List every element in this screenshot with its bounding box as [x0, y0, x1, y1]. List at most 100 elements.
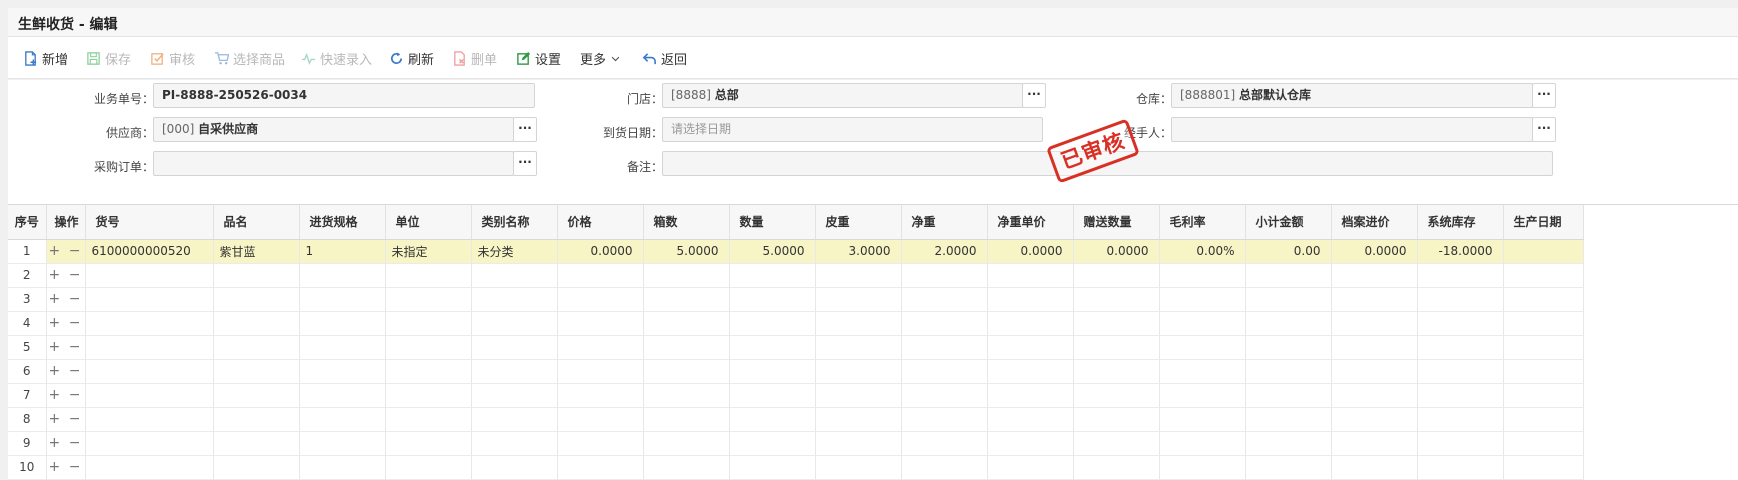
grid-cell[interactable]: 0.00% [1159, 239, 1246, 264]
refresh-button[interactable]: 刷新 [389, 48, 434, 68]
warehouse-picker-button[interactable]: ··· [1532, 83, 1556, 108]
grid-cell[interactable] [1159, 263, 1246, 288]
row-add-remove-buttons[interactable]: + − [46, 239, 86, 264]
grid-cell[interactable] [1417, 407, 1504, 432]
grid-cell[interactable] [557, 287, 644, 312]
grid-cell[interactable] [213, 383, 300, 408]
grid-cell[interactable] [1073, 311, 1160, 336]
grid-cell[interactable] [1245, 359, 1332, 384]
grid-cell[interactable] [643, 455, 730, 480]
column-header[interactable]: 档案进价 [1331, 205, 1418, 240]
grid-cell[interactable] [299, 263, 386, 288]
grid-cell[interactable] [1503, 359, 1584, 384]
grid-cell[interactable] [1417, 383, 1504, 408]
grid-cell[interactable] [1245, 431, 1332, 456]
grid-cell[interactable] [1503, 431, 1584, 456]
handler-field[interactable] [1171, 117, 1533, 142]
grid-cell[interactable] [1331, 455, 1418, 480]
grid-cell[interactable] [1331, 335, 1418, 360]
grid-cell[interactable] [1417, 311, 1504, 336]
grid-cell[interactable] [1245, 383, 1332, 408]
row-add-remove-buttons[interactable]: + − [46, 431, 86, 456]
grid-cell[interactable] [643, 311, 730, 336]
table-row[interactable]: 9 + − [8, 431, 1584, 456]
grid-cell[interactable] [213, 287, 300, 312]
grid-cell[interactable] [1159, 455, 1246, 480]
grid-cell[interactable] [471, 335, 558, 360]
grid-cell[interactable] [729, 359, 816, 384]
grid-cell[interactable] [299, 455, 386, 480]
handler-picker-button[interactable]: ··· [1532, 117, 1556, 142]
grid-cell[interactable] [385, 431, 472, 456]
grid-cell[interactable] [729, 455, 816, 480]
purchase-order-picker-button[interactable]: ··· [513, 151, 537, 176]
settings-button[interactable]: 设置 [516, 48, 561, 68]
grid-cell[interactable] [643, 263, 730, 288]
grid-cell[interactable] [729, 383, 816, 408]
grid-cell[interactable] [471, 287, 558, 312]
grid-cell[interactable] [557, 383, 644, 408]
grid-cell[interactable] [1503, 311, 1584, 336]
grid-cell[interactable] [987, 431, 1074, 456]
grid-cell[interactable] [1331, 383, 1418, 408]
grid-cell[interactable] [299, 287, 386, 312]
grid-cell[interactable] [1159, 287, 1246, 312]
grid-cell[interactable] [299, 335, 386, 360]
select-goods-button[interactable]: 选择商品 [214, 48, 285, 68]
grid-cell[interactable] [557, 335, 644, 360]
table-row[interactable]: 6 + − [8, 359, 1584, 384]
grid-cell[interactable] [1331, 359, 1418, 384]
grid-cell[interactable] [85, 335, 214, 360]
grid-cell[interactable] [385, 455, 472, 480]
grid-cell[interactable] [1159, 407, 1246, 432]
grid-cell[interactable] [729, 263, 816, 288]
grid-cell[interactable] [901, 455, 988, 480]
table-row[interactable]: 1 + −6100000000520 紫甘蓝 1 未指定 未分类 0.0000 5.0000 5… [8, 239, 1584, 264]
row-add-remove-buttons[interactable]: + − [46, 383, 86, 408]
doc-no-field[interactable]: PI-8888-250526-0034 [153, 83, 535, 108]
grid-cell[interactable] [1503, 239, 1584, 264]
grid-cell[interactable] [213, 311, 300, 336]
grid-cell[interactable] [987, 311, 1074, 336]
grid-cell[interactable] [385, 359, 472, 384]
grid-cell[interactable] [471, 455, 558, 480]
grid-cell[interactable] [1417, 335, 1504, 360]
grid-cell[interactable] [471, 383, 558, 408]
grid-cell[interactable] [901, 287, 988, 312]
grid-cell[interactable] [85, 263, 214, 288]
grid-cell[interactable] [1073, 263, 1160, 288]
grid-cell[interactable] [643, 383, 730, 408]
grid-cell[interactable] [643, 431, 730, 456]
grid-cell[interactable]: 2.0000 [901, 239, 988, 264]
grid-cell[interactable] [1245, 407, 1332, 432]
grid-cell[interactable] [385, 383, 472, 408]
grid-cell[interactable] [213, 455, 300, 480]
grid-cell[interactable] [1073, 287, 1160, 312]
grid-cell[interactable] [299, 383, 386, 408]
grid-cell[interactable] [729, 335, 816, 360]
grid-cell[interactable] [1159, 335, 1246, 360]
grid-cell[interactable] [1331, 287, 1418, 312]
grid-cell[interactable] [901, 431, 988, 456]
grid-cell[interactable] [901, 383, 988, 408]
grid-cell[interactable] [987, 455, 1074, 480]
grid-cell[interactable] [557, 311, 644, 336]
grid-cell[interactable]: 0.0000 [557, 239, 644, 264]
grid-cell[interactable] [815, 455, 902, 480]
grid-cell[interactable] [987, 287, 1074, 312]
grid-cell[interactable]: 1 [299, 239, 386, 264]
grid-cell[interactable] [1159, 311, 1246, 336]
row-add-remove-buttons[interactable]: + − [46, 455, 86, 480]
column-header[interactable]: 生产日期 [1503, 205, 1584, 240]
warehouse-field[interactable]: [888801] 总部默认仓库 [1171, 83, 1533, 108]
grid-cell[interactable] [987, 407, 1074, 432]
grid-cell[interactable] [471, 431, 558, 456]
table-row[interactable]: 7 + − [8, 383, 1584, 408]
grid-cell[interactable] [1073, 335, 1160, 360]
table-row[interactable]: 3 + − [8, 287, 1584, 312]
grid-cell[interactable] [1245, 311, 1332, 336]
grid-cell[interactable]: 紫甘蓝 [213, 239, 300, 264]
grid-cell[interactable] [1245, 455, 1332, 480]
column-header[interactable]: 进货规格 [299, 205, 386, 240]
grid-cell[interactable] [901, 407, 988, 432]
